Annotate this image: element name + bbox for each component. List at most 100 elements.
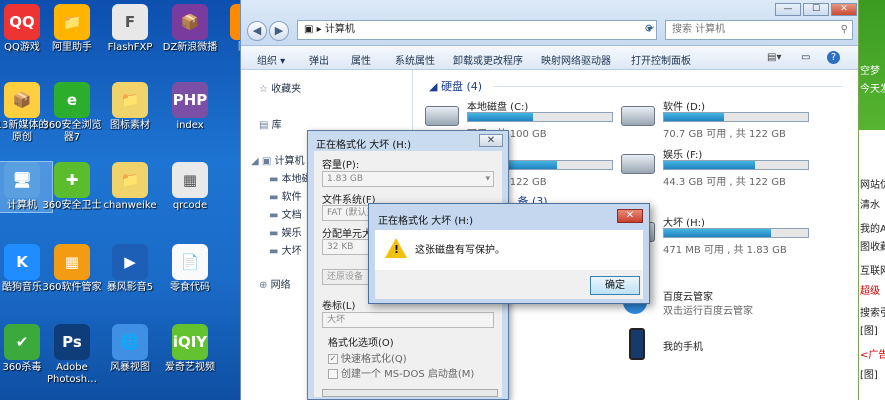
collapse-icon: ◢ xyxy=(429,80,441,93)
side-panel-item[interactable]: 图收藏 xyxy=(860,238,885,253)
preview-pane-icon[interactable]: ▭ xyxy=(801,52,810,63)
toolbar-button[interactable]: 卸载或更改程序 xyxy=(453,52,523,67)
desktop-icon[interactable]: PHP index xyxy=(160,82,220,132)
desktop-icon-label: 暴风影音5 xyxy=(106,282,154,293)
desktop-icon[interactable]: ▦ qrcode xyxy=(160,162,220,212)
close-icon[interactable]: ✕ xyxy=(479,134,503,147)
app-icon: 📦 xyxy=(172,4,208,40)
volume-input[interactable]: 大坏 xyxy=(322,312,494,328)
nav-item-icon: ▬ xyxy=(269,174,282,185)
toolbar-button[interactable]: 打开控制面板 xyxy=(631,52,691,67)
close-icon[interactable]: ✕ xyxy=(617,209,643,223)
desktop-icon[interactable]: e 360安全浏览器7 xyxy=(42,82,102,144)
hard-drive-icon xyxy=(425,106,459,126)
desktop-icon-label: chanweike xyxy=(103,200,157,211)
nav-item[interactable]: ◢ ▣ 计算机 xyxy=(251,152,305,167)
allocation-select[interactable]: 32 KB xyxy=(322,239,372,255)
nav-item-icon: ⊕ xyxy=(259,280,271,291)
app-icon: 🖥 xyxy=(4,162,40,198)
checkmark-icon: ✓ xyxy=(328,354,338,364)
side-panel-item[interactable]: [图] xyxy=(860,322,878,337)
help-icon[interactable]: ? xyxy=(827,51,840,64)
desktop-icon[interactable]: ▶ 暴风影音5 xyxy=(100,244,160,294)
desktop-icon-label: 图标素材 xyxy=(110,120,150,131)
drive-usage-bar xyxy=(663,228,809,238)
side-panel-item[interactable]: 超级 xyxy=(860,282,880,297)
nav-item-icon: ▬ xyxy=(269,246,282,257)
desktop-icon[interactable]: ✚ 360安全卫士 xyxy=(42,162,102,212)
ok-button[interactable]: 确定 xyxy=(590,276,640,295)
capacity-label: 容量(P): xyxy=(322,160,360,171)
app-icon: QQ xyxy=(4,4,40,40)
drive-item[interactable]: 大坏 (H:) 471 MB 可用 , 共 1.83 GB xyxy=(621,214,821,258)
side-panel-item[interactable]: 互联网 xyxy=(860,262,885,277)
back-button[interactable]: ◀ xyxy=(247,21,267,41)
baidu-cloud-label[interactable]: 百度云管家 xyxy=(663,288,713,303)
maximize-button[interactable]: ☐ xyxy=(803,3,829,16)
nav-item[interactable]: ▤ 库 xyxy=(259,116,282,131)
hdd-group-header[interactable]: ◢ 硬盘 (4) xyxy=(429,78,482,94)
desktop-icon-label: index xyxy=(176,120,204,131)
side-panel-item[interactable]: 今天发 xyxy=(860,80,885,95)
side-panel-item[interactable]: <广告 xyxy=(860,346,885,361)
nav-item[interactable]: ☆ 收藏夹 xyxy=(259,80,301,95)
toolbar-button[interactable]: 映射网络驱动器 xyxy=(541,52,611,67)
desktop-icon[interactable]: 🌐 风暴视图 xyxy=(100,324,160,374)
address-bar[interactable]: ▣ ▸ 计算机 ▾ xyxy=(297,20,657,40)
app-icon: ▶ xyxy=(112,244,148,280)
view-options-icon[interactable]: ▤▾ xyxy=(767,52,781,63)
baidu-cloud-desc: 双击运行百度云管家 xyxy=(663,306,753,317)
desktop-icon[interactable]: 📁 图标素材 xyxy=(100,82,160,132)
desktop-icon[interactable]: 📦 DZ新浪微播 xyxy=(160,4,220,54)
desktop-icon-label: 360安全浏览器7 xyxy=(42,120,102,143)
drive-usage-bar xyxy=(663,160,809,170)
desktop-icon[interactable]: 📄 零食代码 xyxy=(160,244,220,294)
error-message: 这张磁盘有写保护。 xyxy=(415,245,505,256)
nav-item[interactable]: ▬ 娱乐 xyxy=(269,224,302,239)
my-phone-label[interactable]: 我的手机 xyxy=(663,338,703,353)
nav-item[interactable]: ▬ 软件 xyxy=(269,188,302,203)
quick-format-checkbox[interactable]: ✓ 快速格式化(Q) xyxy=(328,350,407,365)
side-panel-item[interactable]: 我的A xyxy=(860,220,885,235)
refresh-icon[interactable]: ⟳ xyxy=(645,22,654,35)
nav-item[interactable]: ▬ 大坏 xyxy=(269,242,302,257)
desktop-icon-label: qrcode xyxy=(172,200,208,211)
app-icon: PHP xyxy=(172,82,208,118)
app-icon: 📁 xyxy=(112,162,148,198)
explorer-titlebar: — ☐ ✕ ◀ ▶ ▣ ▸ 计算机 ▾ ⟳ 搜索 计算机 ⚲ xyxy=(241,0,859,46)
app-icon: e xyxy=(54,82,90,118)
forward-button[interactable]: ▶ xyxy=(269,21,289,41)
toolbar-button[interactable]: 弹出 xyxy=(309,52,329,67)
drive-usage-bar xyxy=(467,112,613,122)
side-panel-item[interactable]: 搜索引 xyxy=(860,304,885,319)
desktop-icon[interactable]: 📁 chanweike xyxy=(100,162,160,212)
nav-item-icon: ▬ xyxy=(269,192,282,203)
nav-item[interactable]: ⊕ 网络 xyxy=(259,276,291,291)
search-icon: ⚲ xyxy=(840,24,848,35)
drive-item[interactable]: 软件 (D:) 70.7 GB 可用 , 共 122 GB xyxy=(621,98,821,142)
app-icon: ▦ xyxy=(172,162,208,198)
desktop-icon[interactable]: iQIY 爱奇艺视频 xyxy=(160,324,220,374)
desktop-icon[interactable]: F FlashFXP xyxy=(100,4,160,54)
toolbar-button[interactable]: 系统属性 xyxy=(395,52,435,67)
desktop-icon[interactable]: 📁 阿里助手 xyxy=(42,4,102,54)
nav-item-icon: ☆ xyxy=(259,84,272,95)
capacity-select[interactable]: 1.83 GB ▾ xyxy=(322,171,494,187)
side-panel-item[interactable]: 空梦 xyxy=(860,62,880,77)
close-button[interactable]: ✕ xyxy=(831,3,857,16)
app-icon: F xyxy=(112,4,148,40)
toolbar-button[interactable]: 属性 xyxy=(351,52,371,67)
minimize-button[interactable]: — xyxy=(775,3,801,16)
format-options-label: 格式化选项(O) xyxy=(328,338,394,349)
nav-item[interactable]: ▬ 文档 xyxy=(269,206,302,221)
side-panel-item[interactable]: 清水 xyxy=(860,196,880,211)
msdos-checkbox[interactable]: 创建一个 MS-DOS 启动盘(M) xyxy=(328,365,474,380)
side-panel-item[interactable]: 网站仿 xyxy=(860,176,885,191)
side-panel-item[interactable]: [图] xyxy=(860,366,878,381)
toolbar-button[interactable]: 组织 ▾ xyxy=(257,52,285,67)
desktop-icon[interactable]: Ps Adobe Photosh… xyxy=(42,324,102,386)
search-input[interactable]: 搜索 计算机 ⚲ xyxy=(665,20,853,40)
desktop-icon[interactable]: ▦ 360软件管家 xyxy=(42,244,102,294)
app-icon: Ps xyxy=(54,324,90,360)
drive-item[interactable]: 娱乐 (F:) 44.3 GB 可用 , 共 122 GB xyxy=(621,146,821,190)
